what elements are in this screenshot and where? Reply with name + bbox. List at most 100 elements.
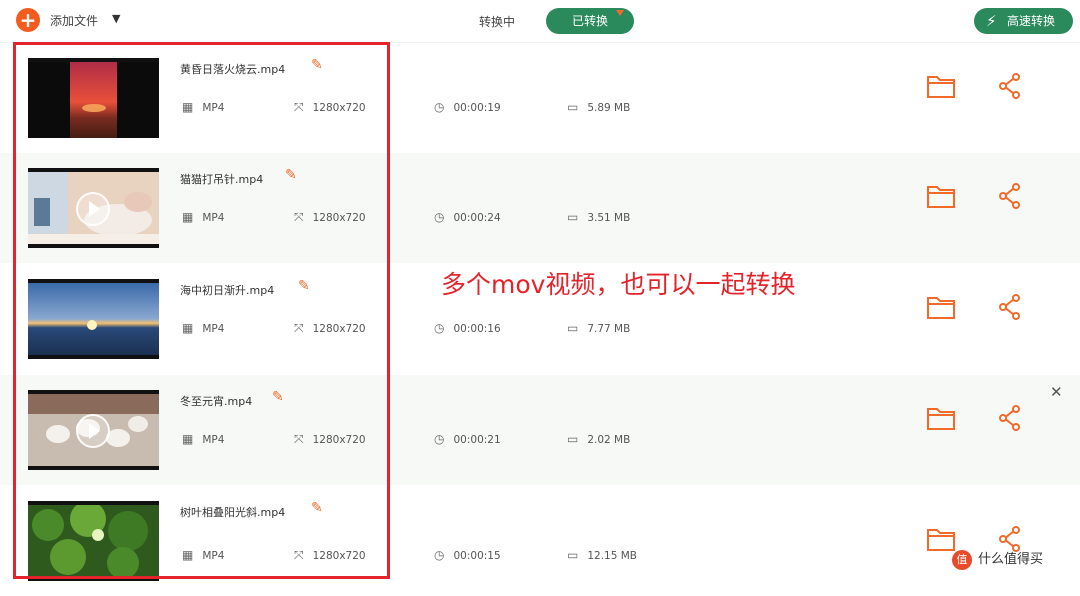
size-value: 7.77 MB	[587, 323, 631, 335]
sunrise-sea-thumbnail-image	[28, 283, 159, 355]
share-icon[interactable]	[998, 294, 1022, 320]
play-icon[interactable]	[76, 192, 110, 226]
film-icon: ▦	[182, 100, 194, 114]
expand-icon: ⤧	[294, 548, 304, 562]
film-icon: ▦	[182, 321, 194, 335]
resolution-info: ⤧ 1280x720	[294, 210, 366, 225]
resolution-value: 1280x720	[312, 434, 366, 446]
open-folder-icon[interactable]	[926, 73, 956, 99]
resolution-info: ⤧ 1280x720	[294, 548, 366, 563]
format-value: MP4	[202, 434, 225, 446]
resolution-value: 1280x720	[312, 102, 366, 114]
clock-icon: ◷	[434, 432, 445, 446]
tab-converting[interactable]: 转换中	[479, 13, 515, 30]
list-item: 黄昏日落火烧云.mp4 ✎ ▦ MP4 ⤧ 1280x720 ◷ 00:00:19 ▭…	[0, 43, 1080, 153]
speed-convert-button[interactable]: ⚡ 高速转换	[974, 8, 1073, 34]
watermark-logo-icon: 值	[952, 549, 972, 570]
leaves-thumbnail-image	[28, 505, 159, 577]
duration-info: ◷ 00:00:21	[434, 432, 501, 446]
add-file-button[interactable]: 添加文件	[50, 12, 98, 29]
format-value: MP4	[202, 102, 225, 114]
open-folder-icon[interactable]	[926, 294, 956, 320]
duration-value: 00:00:21	[453, 434, 501, 446]
format-value: MP4	[202, 212, 225, 224]
edit-name-pencil-icon[interactable]: ✎	[311, 500, 323, 516]
clock-icon: ◷	[434, 548, 445, 562]
duration-value: 00:00:19	[453, 102, 501, 114]
format-info: ▦ MP4	[182, 548, 224, 562]
speed-convert-label: 高速转换	[1007, 14, 1056, 28]
format-info: ▦ MP4	[182, 100, 224, 114]
clock-icon: ◷	[434, 100, 445, 114]
share-icon[interactable]	[998, 183, 1022, 209]
file-name: 树叶相叠阳光斜.mp4	[180, 506, 286, 519]
film-icon: ▦	[182, 432, 194, 446]
toolbar: + 添加文件 ▼ 转换中 已转换 ⚡ 高速转换	[0, 0, 1080, 43]
duration-info: ◷ 00:00:19	[434, 100, 501, 114]
resolution-value: 1280x720	[312, 323, 366, 335]
duration-info: ◷ 00:00:24	[434, 210, 501, 224]
size-value: 3.51 MB	[587, 212, 631, 224]
file-name: 海中初日渐升.mp4	[180, 284, 275, 297]
video-thumbnail[interactable]	[28, 390, 159, 470]
list-item: 冬至元宵.mp4 ✎ ▦ MP4 ⤧ 1280x720 ◷ 00:00:21 ▭ 2.0…	[0, 375, 1080, 485]
new-indicator-icon	[616, 10, 624, 16]
size-info: ▭ 12.15 MB	[567, 548, 637, 562]
list-item: 猫猫打吊针.mp4 ✎ ▦ MP4 ⤧ 1280x720 ◷ 00:00:24 ▭ 3.…	[0, 153, 1080, 263]
expand-icon: ⤧	[294, 432, 304, 446]
duration-info: ◷ 00:00:15	[434, 548, 501, 562]
duration-value: 00:00:16	[453, 323, 501, 335]
share-icon[interactable]	[998, 405, 1022, 431]
tab-converted-label: 已转换	[571, 14, 608, 28]
lightning-icon: ⚡	[986, 12, 997, 30]
share-icon[interactable]	[998, 73, 1022, 99]
video-thumbnail[interactable]	[28, 501, 159, 581]
duration-value: 00:00:15	[453, 550, 501, 562]
film-icon: ▦	[182, 210, 194, 224]
add-file-dropdown-chevron-icon[interactable]: ▼	[112, 12, 120, 25]
size-info: ▭ 7.77 MB	[567, 321, 630, 335]
edit-name-pencil-icon[interactable]: ✎	[272, 389, 284, 405]
annotation-text: 多个mov视频，也可以一起转换	[441, 270, 796, 299]
open-folder-icon[interactable]	[926, 183, 956, 209]
open-folder-icon[interactable]	[926, 405, 956, 431]
file-size-icon: ▭	[567, 432, 579, 446]
resolution-info: ⤧ 1280x720	[294, 432, 366, 447]
size-info: ▭ 5.89 MB	[567, 100, 630, 114]
clock-icon: ◷	[434, 210, 445, 224]
clock-icon: ◷	[434, 321, 445, 335]
file-size-icon: ▭	[567, 321, 579, 335]
edit-name-pencil-icon[interactable]: ✎	[298, 278, 310, 294]
video-thumbnail[interactable]	[28, 168, 159, 248]
file-size-icon: ▭	[567, 210, 579, 224]
expand-icon: ⤧	[294, 100, 304, 114]
resolution-value: 1280x720	[312, 212, 366, 224]
close-icon[interactable]: ✕	[1050, 383, 1063, 401]
size-value: 12.15 MB	[587, 550, 638, 562]
format-info: ▦ MP4	[182, 321, 224, 335]
sunset-thumbnail-image	[28, 62, 159, 138]
file-name: 猫猫打吊针.mp4	[180, 173, 264, 186]
format-info: ▦ MP4	[182, 210, 224, 224]
format-value: MP4	[202, 550, 225, 562]
file-size-icon: ▭	[567, 100, 579, 114]
resolution-info: ⤧ 1280x720	[294, 100, 366, 115]
file-size-icon: ▭	[567, 548, 579, 562]
resolution-value: 1280x720	[312, 550, 366, 562]
duration-value: 00:00:24	[453, 212, 501, 224]
edit-name-pencil-icon[interactable]: ✎	[285, 167, 297, 183]
format-value: MP4	[202, 323, 225, 335]
size-value: 2.02 MB	[587, 434, 631, 446]
size-value: 5.89 MB	[587, 102, 631, 114]
video-thumbnail[interactable]	[28, 58, 159, 138]
file-name: 冬至元宵.mp4	[180, 395, 253, 408]
video-thumbnail[interactable]	[28, 279, 159, 359]
duration-info: ◷ 00:00:16	[434, 321, 501, 335]
play-icon[interactable]	[76, 414, 110, 448]
size-info: ▭ 3.51 MB	[567, 210, 630, 224]
edit-name-pencil-icon[interactable]: ✎	[311, 57, 323, 73]
add-file-icon[interactable]: +	[16, 8, 40, 32]
format-info: ▦ MP4	[182, 432, 224, 446]
expand-icon: ⤧	[294, 321, 304, 335]
resolution-info: ⤧ 1280x720	[294, 321, 366, 336]
